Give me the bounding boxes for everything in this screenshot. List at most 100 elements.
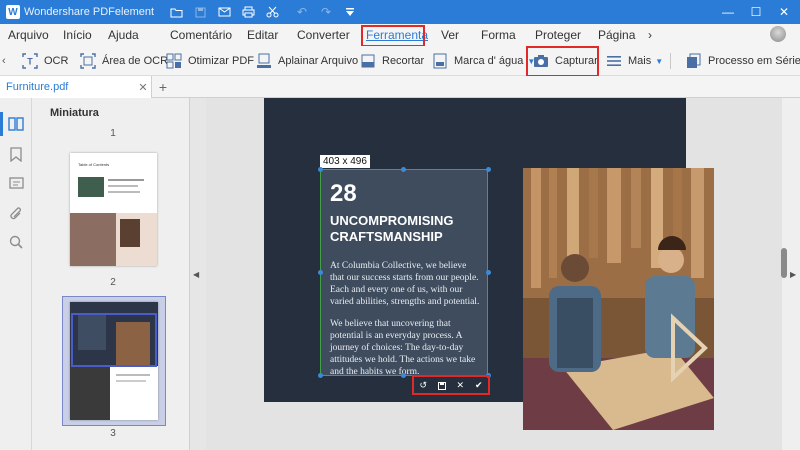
redo-icon[interactable]: ↷ <box>314 0 338 24</box>
toolbar-scroll-left[interactable]: ‹ <box>2 46 6 76</box>
menu-proteger[interactable]: Proteger <box>535 24 581 46</box>
watermark-icon <box>432 53 448 69</box>
flatten-icon <box>256 53 272 69</box>
optimize-pdf-button[interactable]: Otimizar PDF <box>166 46 254 76</box>
undo-icon[interactable]: ↶ <box>290 0 314 24</box>
body-paragraph-1: At Columbia Collective, we believe that … <box>330 261 480 307</box>
capture-icon <box>533 53 549 69</box>
maximize-button[interactable]: ☐ <box>742 0 770 24</box>
menu-inicio[interactable]: Início <box>63 24 92 46</box>
resize-handle-top-right[interactable] <box>486 167 491 172</box>
thumb-toc-heading: Table of Contents <box>78 162 110 167</box>
thumb-text-line <box>116 380 146 382</box>
resize-handle-bottom-left[interactable] <box>318 373 323 378</box>
menu-ver[interactable]: Ver <box>441 24 459 46</box>
menu-ajuda[interactable]: Ajuda <box>108 24 139 46</box>
print-icon[interactable] <box>236 0 260 24</box>
menu-bar: Arquivo Início Ajuda Comentário Editar C… <box>0 24 800 46</box>
page-thumbnail-2[interactable]: Table of Contents <box>70 153 157 266</box>
app-title: Wondershare PDFelement <box>24 6 155 18</box>
customize-icon[interactable] <box>338 0 362 24</box>
resize-handle-left[interactable] <box>318 270 323 275</box>
crop-icon <box>360 53 376 69</box>
thumb-text-line <box>108 179 144 181</box>
toolbar: ‹ T OCR Área de OCR Otimizar PDF Aplaina… <box>0 46 800 76</box>
thumb-text-line <box>116 374 150 376</box>
optimize-icon <box>166 53 182 69</box>
scissors-icon[interactable] <box>260 0 284 24</box>
thumb-text-line <box>108 191 140 193</box>
workshop-photo <box>523 168 714 430</box>
batch-process-button[interactable]: Processo em Série <box>686 46 800 76</box>
watermark-button[interactable]: Marca d' água ▼ <box>432 46 535 76</box>
flatten-label: Aplainar Arquivo <box>278 55 359 67</box>
capture-button[interactable]: Capturar <box>533 46 598 76</box>
page-number-1: 1 <box>110 128 116 139</box>
close-tab-icon[interactable]: ✕ <box>135 81 151 94</box>
resize-handle-top-left[interactable] <box>318 167 323 172</box>
optimize-label: Otimizar PDF <box>188 55 254 67</box>
ocr-area-button[interactable]: Área de OCR <box>80 46 168 76</box>
thumb-text-line <box>108 185 138 187</box>
tab-title: Furniture.pdf <box>6 81 69 93</box>
left-sidebar <box>0 98 32 450</box>
panel-title: Miniatura <box>50 107 99 119</box>
expand-right-panel-icon[interactable]: ▶ <box>790 270 796 279</box>
menu-arquivo[interactable]: Arquivo <box>8 24 49 46</box>
ocr-area-icon <box>80 53 96 69</box>
menu-lines-icon <box>606 53 622 69</box>
body-paragraph-2: We believe that uncovering that potentia… <box>330 319 476 377</box>
page-number-3: 3 <box>110 428 116 439</box>
crop-button[interactable]: Recortar <box>360 46 424 76</box>
thumbnails-icon[interactable] <box>6 114 26 134</box>
mail-icon[interactable] <box>212 0 236 24</box>
check-icon[interactable]: ✔ <box>470 378 489 393</box>
undo-icon[interactable]: ↺ <box>414 378 433 393</box>
capture-label: Capturar <box>555 55 598 67</box>
save-icon[interactable] <box>433 378 452 393</box>
thumb-image <box>120 219 140 247</box>
page-number-2: 2 <box>110 277 116 288</box>
close-icon[interactable]: ✕ <box>451 378 470 393</box>
page-heading: UNCOMPROMISING CRAFTSMANSHIP <box>330 213 480 245</box>
menu-more-arrow[interactable]: › <box>648 24 652 46</box>
search-icon[interactable] <box>6 232 26 252</box>
new-tab-button[interactable]: + <box>156 76 170 98</box>
resize-handle-top[interactable] <box>401 167 406 172</box>
minimize-button[interactable]: — <box>714 0 742 24</box>
app-logo-icon: W <box>6 5 20 19</box>
flatten-button[interactable]: Aplainar Arquivo <box>256 46 358 76</box>
menu-comentario[interactable]: Comentário <box>170 24 232 46</box>
tab-furniture[interactable]: Furniture.pdf ✕ <box>0 76 152 98</box>
more-button[interactable]: Mais ▼ <box>606 46 663 76</box>
watermark-label: Marca d' água <box>454 55 524 67</box>
menu-editar[interactable]: Editar <box>247 24 278 46</box>
save-icon[interactable] <box>188 0 212 24</box>
collapse-panel-icon[interactable]: ◀ <box>193 270 199 279</box>
attachment-icon[interactable] <box>6 204 26 224</box>
resize-handle-bottom[interactable] <box>401 373 406 378</box>
ocr-icon: T <box>22 53 38 69</box>
menu-pagina[interactable]: Página <box>598 24 635 46</box>
selection-size-label: 403 x 496 <box>320 155 370 168</box>
menu-converter[interactable]: Converter <box>297 24 350 46</box>
avatar[interactable] <box>770 26 786 42</box>
more-dropdown-icon[interactable]: ▼ <box>655 57 663 66</box>
folder-icon[interactable] <box>164 0 188 24</box>
title-bar: W Wondershare PDFelement ↶ ↷ — ☐ ✕ <box>0 0 800 24</box>
comment-icon[interactable] <box>6 174 26 194</box>
tab-bar: Furniture.pdf ✕ + <box>0 76 800 98</box>
heading-line-1: UNCOMPROMISING <box>330 213 454 228</box>
toolbar-divider <box>670 53 671 69</box>
resize-handle-right[interactable] <box>486 270 491 275</box>
crop-label: Recortar <box>382 55 425 67</box>
scrollbar-thumb[interactable] <box>781 248 787 278</box>
page-heading-number: 28 <box>330 180 357 207</box>
close-window-button[interactable]: ✕ <box>770 0 798 24</box>
menu-ferramenta[interactable]: Ferramenta <box>366 24 428 46</box>
bookmark-icon[interactable] <box>6 144 26 164</box>
menu-forma[interactable]: Forma <box>481 24 516 46</box>
thumb-image <box>70 366 110 420</box>
capture-action-bar: ↺ ✕ ✔ <box>414 378 488 393</box>
ocr-button[interactable]: T OCR <box>22 46 68 76</box>
